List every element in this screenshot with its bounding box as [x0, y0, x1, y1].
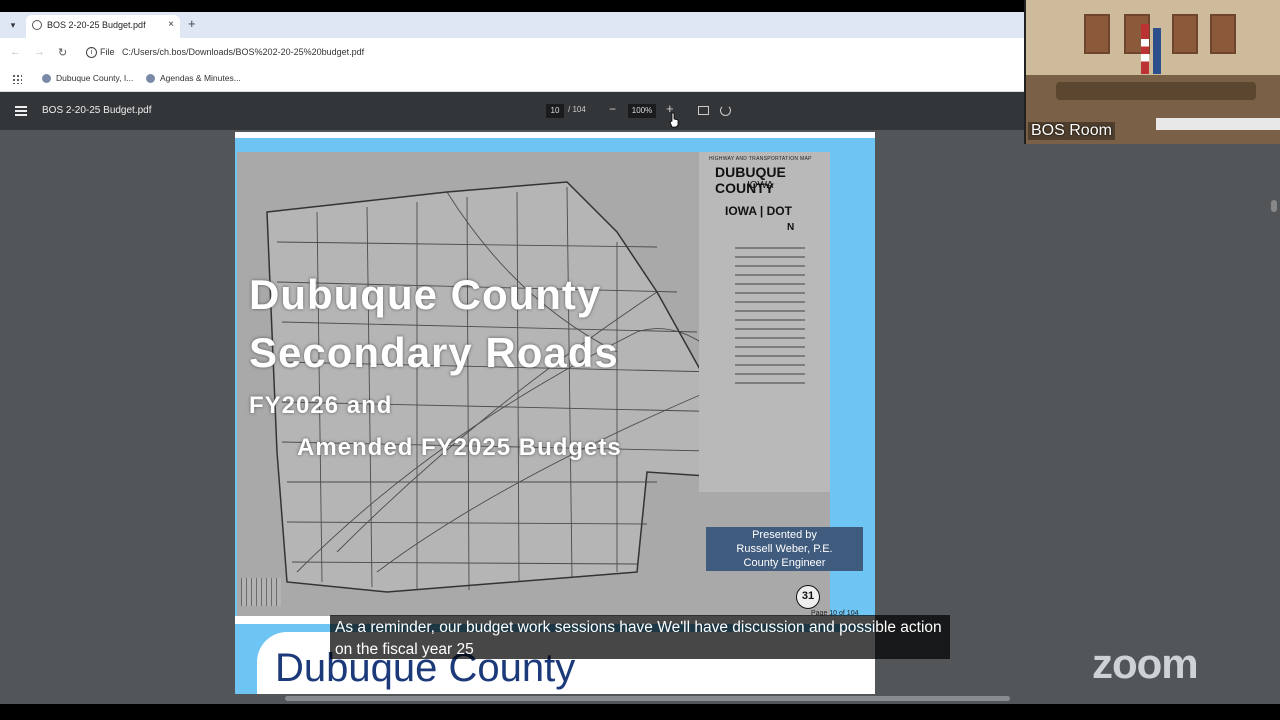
new-tab-button[interactable]: + [188, 16, 196, 31]
state-flag-icon [1153, 28, 1161, 74]
horizontal-scrollbar[interactable] [0, 694, 1280, 704]
tab-close-icon[interactable]: × [168, 19, 174, 30]
mouse-cursor-icon [669, 112, 679, 128]
fit-page-icon[interactable] [698, 106, 709, 115]
bookmark-label: Agendas & Minutes... [160, 73, 241, 83]
apps-grid-icon[interactable] [12, 74, 22, 84]
tab-search-chevron-icon[interactable]: ▾ [6, 18, 20, 32]
pdf-viewport[interactable]: HIGHWAY AND TRANSPORTATION MAP DUBUQUE C… [0, 130, 1280, 696]
globe-icon [32, 20, 42, 30]
reload-icon[interactable]: ↻ [58, 46, 67, 59]
presenter-box: Presented by Russell Weber, P.E. County … [706, 527, 863, 571]
forward-arrow-icon[interactable]: → [34, 46, 45, 58]
pdf-toolbar: BOS 2-20-25 Budget.pdf 10 / 104 − 100% + [0, 92, 1024, 130]
bookmark-agendas-minutes[interactable]: Agendas & Minutes... [146, 73, 241, 84]
tab-strip: ▾ BOS 2-20-25 Budget.pdf × + [0, 12, 1024, 38]
live-caption: As a reminder, our budget work sessions … [330, 615, 950, 659]
tab-title: BOS 2-20-25 Budget.pdf [47, 20, 146, 30]
north-arrow-icon: N [787, 222, 795, 233]
scheme-label: File [100, 47, 115, 57]
menu-icon[interactable] [15, 106, 27, 116]
screen: ▾ BOS 2-20-25 Budget.pdf × + ← → ↻ i Fil… [0, 0, 1280, 720]
bookmark-favicon-icon [42, 74, 51, 84]
video-participant-name: BOS Room [1028, 122, 1115, 140]
map-state-name: IOWA [747, 180, 774, 191]
presenter-line2: Russell Weber, P.E. [736, 543, 833, 555]
back-arrow-icon[interactable]: ← [10, 46, 21, 58]
zoom-logo: zoom [1092, 640, 1199, 687]
info-icon[interactable]: i [86, 47, 97, 58]
slide-subtitle-line2: Amended FY2025 Budgets [297, 434, 622, 461]
page-number-input[interactable]: 10 [546, 104, 564, 118]
slide-title-line2: Secondary Roads [249, 329, 619, 376]
rotate-icon[interactable] [720, 105, 731, 116]
slide-number-badge: 31 [796, 585, 820, 609]
bookmark-dubuque-county[interactable]: Dubuque County, I... [42, 73, 134, 84]
address-bar[interactable]: i File C:/Users/ch.bos/Downloads/BOS%202… [80, 42, 1020, 64]
pdf-file-name: BOS 2-20-25 Budget.pdf [42, 105, 152, 116]
vertical-scrollbar-thumb[interactable] [1271, 200, 1277, 212]
iowa-locator-map [241, 578, 281, 606]
iowa-dot-logo: IOWA | DOT [725, 204, 792, 218]
zoom-level-input[interactable]: 100% [628, 104, 656, 118]
browser-toolbar: ← → ↻ i File C:/Users/ch.bos/Downloads/B… [0, 38, 1024, 68]
browser-window: ▾ BOS 2-20-25 Budget.pdf × + ← → ↻ i Fil… [0, 12, 1024, 92]
vertical-scrollbar[interactable] [1268, 144, 1280, 694]
slide-title-line1: Dubuque County [249, 271, 602, 318]
horizontal-scrollbar-thumb[interactable] [285, 696, 1010, 701]
slide-subtitle-line1: FY2026 and [249, 392, 393, 419]
page-total: / 104 [568, 105, 586, 114]
bookmark-label: Dubuque County, I... [56, 73, 134, 83]
bookmark-favicon-icon [146, 74, 155, 84]
tab-active[interactable]: BOS 2-20-25 Budget.pdf × [26, 15, 180, 38]
slide-title: Dubuque County Secondary Roads [249, 266, 619, 382]
url-text[interactable]: C:/Users/ch.bos/Downloads/BOS%202-20-25%… [122, 47, 364, 57]
bookmarks-bar: Dubuque County, I... Agendas & Minutes..… [0, 68, 1024, 92]
map-legend [735, 240, 805, 420]
presenter-line1: Presented by [752, 529, 817, 541]
us-flag-icon [1141, 24, 1149, 74]
pdf-page-slide: HIGHWAY AND TRANSPORTATION MAP DUBUQUE C… [235, 132, 875, 617]
zoom-out-button[interactable]: − [609, 102, 616, 116]
map-header-text: HIGHWAY AND TRANSPORTATION MAP [709, 156, 812, 162]
presenter-line3: County Engineer [743, 557, 826, 569]
